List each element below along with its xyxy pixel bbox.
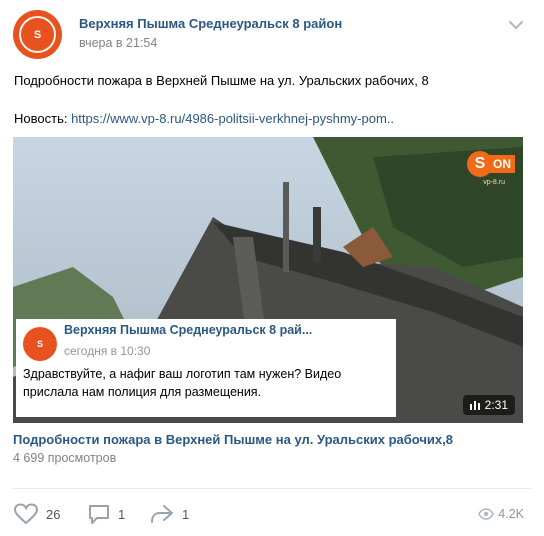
channel-watermark: S ON	[467, 151, 515, 177]
comment-button[interactable]: 1	[88, 503, 125, 525]
overlay-comment: S Верхняя Пышма Среднеуральск 8 рай... с…	[16, 319, 396, 417]
duration-text: 2:31	[484, 398, 508, 412]
overlay-avatar: S	[23, 327, 57, 361]
overlay-author: Верхняя Пышма Среднеуральск 8 рай...	[64, 323, 313, 337]
comment-icon	[89, 505, 109, 524]
bars-icon	[469, 401, 480, 410]
news-link[interactable]: https://www.vp-8.ru/4986-politsii-verkhn…	[71, 111, 394, 126]
comment-count: 1	[118, 506, 126, 522]
watermark-url: vp-8.ru	[483, 179, 505, 186]
heart-icon	[14, 503, 38, 525]
video-duration-badge: 2:31	[462, 395, 515, 415]
news-prefix: Новость:	[14, 111, 72, 126]
video-player[interactable]: S ON vp-8.ru S Верхняя Пышма Среднеураль…	[13, 137, 523, 423]
chevron-down-icon[interactable]	[508, 20, 524, 30]
share-icon	[151, 505, 173, 523]
video-title[interactable]: Подробности пожара в Верхней Пышме на ул…	[13, 432, 453, 447]
post-text: Подробности пожара в Верхней Пышме на ул…	[14, 73, 429, 88]
video-views: 4 699 просмотров	[13, 451, 117, 465]
author-name[interactable]: Верхняя Пышма Среднеуральск 8 район	[79, 16, 342, 31]
post-views: 4.2K	[478, 507, 524, 521]
like-count: 26	[46, 506, 61, 522]
post: S Верхняя Пышма Среднеуральск 8 район вч…	[0, 0, 544, 536]
like-button[interactable]: 26	[14, 503, 60, 525]
avatar-logo: S	[19, 16, 56, 53]
watermark-on: ON	[489, 155, 515, 173]
post-time[interactable]: вчера в 21:54	[79, 36, 157, 50]
overlay-time: сегодня в 10:30	[64, 344, 151, 358]
views-count: 4.2K	[498, 507, 524, 521]
eye-icon	[478, 508, 495, 520]
divider	[13, 488, 531, 489]
share-button[interactable]: 1	[150, 503, 189, 525]
post-news-line: Новость: https://www.vp-8.ru/4986-polits…	[14, 111, 394, 126]
share-count: 1	[182, 506, 190, 522]
overlay-text: Здравствуйте, а нафиг ваш логотип там ну…	[23, 367, 342, 399]
author-avatar[interactable]: S	[13, 10, 62, 59]
